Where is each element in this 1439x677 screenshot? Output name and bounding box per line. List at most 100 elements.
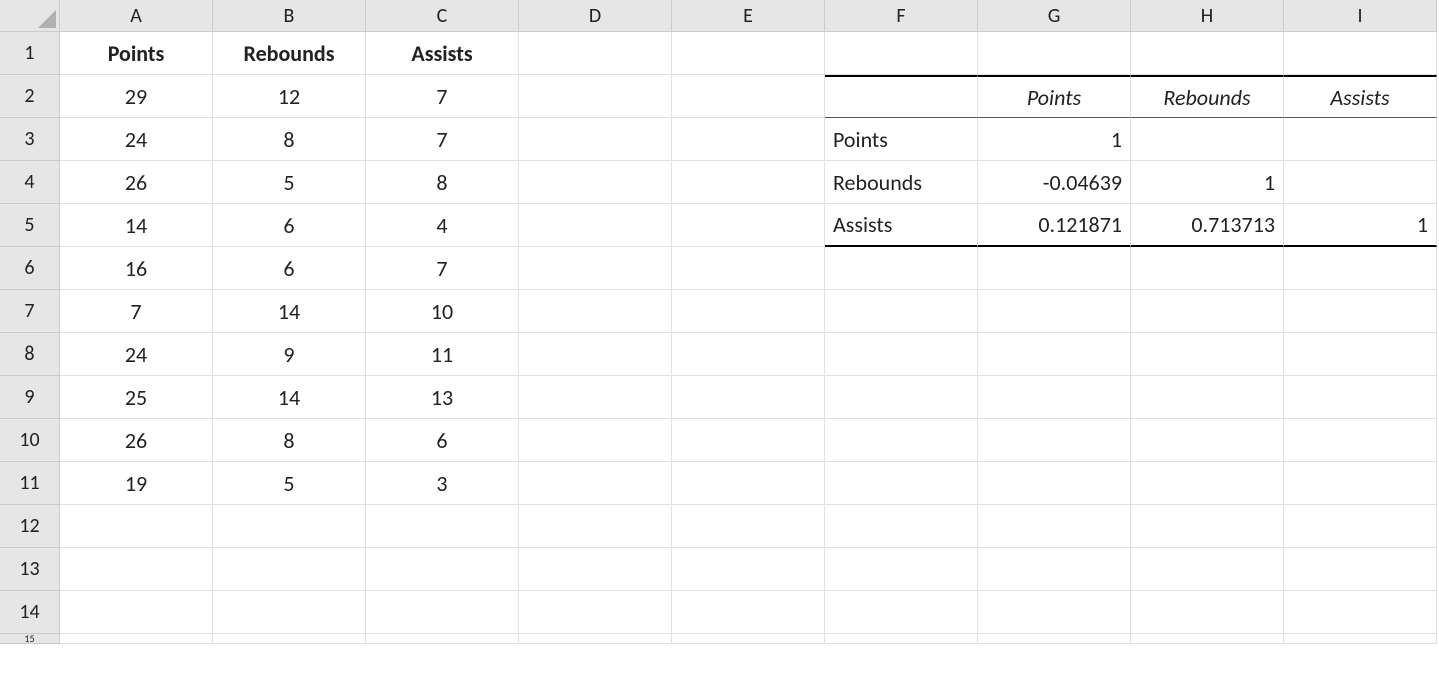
row-header-11[interactable]: 11 <box>0 462 60 505</box>
cell-F9[interactable] <box>825 376 978 419</box>
select-all-corner[interactable] <box>0 0 60 32</box>
cell-D7[interactable] <box>519 290 672 333</box>
cell-A6[interactable]: 16 <box>60 247 213 290</box>
cell-H3[interactable] <box>1131 118 1284 161</box>
cell-E1[interactable] <box>672 32 825 75</box>
cell-G6[interactable] <box>978 247 1131 290</box>
cell-H2[interactable]: Rebounds <box>1131 75 1284 118</box>
cell-D10[interactable] <box>519 419 672 462</box>
cell-C14[interactable] <box>366 591 519 634</box>
cell-A15[interactable] <box>60 634 213 644</box>
cell-D3[interactable] <box>519 118 672 161</box>
col-header-F[interactable]: F <box>825 0 978 32</box>
cell-A7[interactable]: 7 <box>60 290 213 333</box>
cell-B2[interactable]: 12 <box>213 75 366 118</box>
cell-B5[interactable]: 6 <box>213 204 366 247</box>
cell-G13[interactable] <box>978 548 1131 591</box>
cell-E6[interactable] <box>672 247 825 290</box>
cell-B8[interactable]: 9 <box>213 333 366 376</box>
cell-C5[interactable]: 4 <box>366 204 519 247</box>
row-header-15[interactable]: 15 <box>0 634 60 644</box>
cell-G11[interactable] <box>978 462 1131 505</box>
cell-E12[interactable] <box>672 505 825 548</box>
col-header-A[interactable]: A <box>60 0 213 32</box>
cell-C9[interactable]: 13 <box>366 376 519 419</box>
cell-E3[interactable] <box>672 118 825 161</box>
cell-B11[interactable]: 5 <box>213 462 366 505</box>
cell-A9[interactable]: 25 <box>60 376 213 419</box>
cell-F5[interactable]: Assists <box>825 204 978 247</box>
cell-I2[interactable]: Assists <box>1284 75 1437 118</box>
cell-B7[interactable]: 14 <box>213 290 366 333</box>
cell-G2[interactable]: Points <box>978 75 1131 118</box>
cell-D1[interactable] <box>519 32 672 75</box>
cell-I15[interactable] <box>1284 634 1437 644</box>
cell-C10[interactable]: 6 <box>366 419 519 462</box>
cell-H12[interactable] <box>1131 505 1284 548</box>
cell-H13[interactable] <box>1131 548 1284 591</box>
cell-I14[interactable] <box>1284 591 1437 634</box>
cell-G14[interactable] <box>978 591 1131 634</box>
cell-I10[interactable] <box>1284 419 1437 462</box>
cell-F11[interactable] <box>825 462 978 505</box>
cell-A2[interactable]: 29 <box>60 75 213 118</box>
row-header-12[interactable]: 12 <box>0 505 60 548</box>
cell-E8[interactable] <box>672 333 825 376</box>
cell-E10[interactable] <box>672 419 825 462</box>
cell-E7[interactable] <box>672 290 825 333</box>
cell-B3[interactable]: 8 <box>213 118 366 161</box>
cell-E15[interactable] <box>672 634 825 644</box>
row-header-7[interactable]: 7 <box>0 290 60 333</box>
cell-C13[interactable] <box>366 548 519 591</box>
cell-E5[interactable] <box>672 204 825 247</box>
cell-B10[interactable]: 8 <box>213 419 366 462</box>
cell-B15[interactable] <box>213 634 366 644</box>
cell-I7[interactable] <box>1284 290 1437 333</box>
cell-G4[interactable]: -0.04639 <box>978 161 1131 204</box>
row-header-13[interactable]: 13 <box>0 548 60 591</box>
cell-A13[interactable] <box>60 548 213 591</box>
cell-H15[interactable] <box>1131 634 1284 644</box>
row-header-3[interactable]: 3 <box>0 118 60 161</box>
row-header-5[interactable]: 5 <box>0 204 60 247</box>
cell-G7[interactable] <box>978 290 1131 333</box>
cell-D13[interactable] <box>519 548 672 591</box>
cell-I13[interactable] <box>1284 548 1437 591</box>
row-header-4[interactable]: 4 <box>0 161 60 204</box>
cell-I6[interactable] <box>1284 247 1437 290</box>
cell-G3[interactable]: 1 <box>978 118 1131 161</box>
cell-F3[interactable]: Points <box>825 118 978 161</box>
cell-D8[interactable] <box>519 333 672 376</box>
cell-F15[interactable] <box>825 634 978 644</box>
cell-C6[interactable]: 7 <box>366 247 519 290</box>
cell-I5[interactable]: 1 <box>1284 204 1437 247</box>
cell-I11[interactable] <box>1284 462 1437 505</box>
cell-A11[interactable]: 19 <box>60 462 213 505</box>
cell-B14[interactable] <box>213 591 366 634</box>
cell-I8[interactable] <box>1284 333 1437 376</box>
cell-C4[interactable]: 8 <box>366 161 519 204</box>
col-header-E[interactable]: E <box>672 0 825 32</box>
cell-D6[interactable] <box>519 247 672 290</box>
cell-D2[interactable] <box>519 75 672 118</box>
cell-I3[interactable] <box>1284 118 1437 161</box>
col-header-I[interactable]: I <box>1284 0 1437 32</box>
cell-A10[interactable]: 26 <box>60 419 213 462</box>
cell-G8[interactable] <box>978 333 1131 376</box>
cell-B6[interactable]: 6 <box>213 247 366 290</box>
cell-I12[interactable] <box>1284 505 1437 548</box>
cell-F7[interactable] <box>825 290 978 333</box>
cell-H5[interactable]: 0.713713 <box>1131 204 1284 247</box>
cell-G1[interactable] <box>978 32 1131 75</box>
row-header-10[interactable]: 10 <box>0 419 60 462</box>
cell-E14[interactable] <box>672 591 825 634</box>
cell-B1[interactable]: Rebounds <box>213 32 366 75</box>
cell-E13[interactable] <box>672 548 825 591</box>
cell-H14[interactable] <box>1131 591 1284 634</box>
cell-C15[interactable] <box>366 634 519 644</box>
cell-C1[interactable]: Assists <box>366 32 519 75</box>
row-header-1[interactable]: 1 <box>0 32 60 75</box>
cell-G12[interactable] <box>978 505 1131 548</box>
cell-F12[interactable] <box>825 505 978 548</box>
cell-I4[interactable] <box>1284 161 1437 204</box>
